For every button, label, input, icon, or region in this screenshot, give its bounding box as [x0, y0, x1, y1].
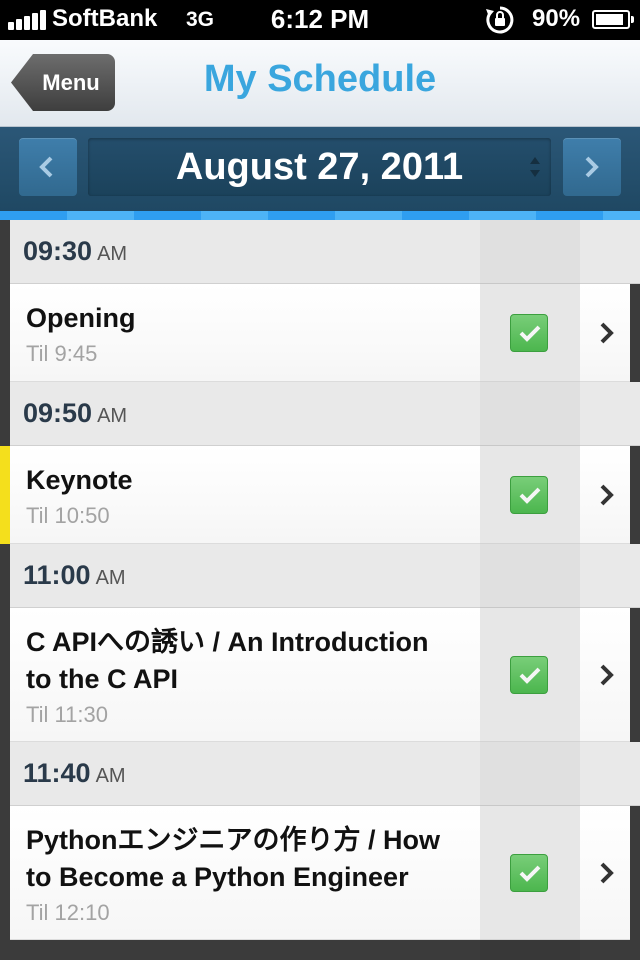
- schedule-list: 09:30 AM Opening Til 9:45 09:50 AM Keynote Til …: [0, 220, 640, 960]
- session-title-line: to Become a Python Engineer: [26, 862, 409, 892]
- next-day-button[interactable]: [563, 138, 621, 196]
- attend-checkbox[interactable]: [510, 854, 548, 892]
- navigation-bar: Menu My Schedule: [0, 40, 640, 127]
- start-time: 11:00: [23, 560, 91, 590]
- time-slot-time: 11:00 AM: [23, 560, 126, 591]
- session-title: Keynote: [26, 462, 466, 499]
- time-slot-header: 11:40 AM: [10, 742, 640, 806]
- session-title: C APIへの誘い / An Introduction to the C API: [26, 624, 466, 698]
- session-color-marker: [0, 806, 10, 940]
- disclosure-chevron-icon[interactable]: [598, 663, 616, 687]
- status-bar: SoftBank 3G 6:12 PM 90%: [0, 0, 640, 40]
- disclosure-chevron-icon[interactable]: [598, 861, 616, 885]
- rotation-lock-icon: [486, 6, 514, 34]
- session-end-time: Til 12:10: [26, 900, 110, 925]
- session-color-marker: [0, 608, 10, 742]
- session-title-line: Keynote: [26, 465, 133, 495]
- am-pm-label: AM: [95, 765, 126, 787]
- start-time: 09:30: [23, 236, 93, 266]
- time-slot-header: 09:30 AM: [10, 220, 640, 284]
- attend-checkbox[interactable]: [510, 476, 548, 514]
- session-end-time: Til 11:30: [26, 702, 108, 727]
- battery-percentage: 90%: [532, 5, 581, 32]
- chevron-left-icon: [39, 156, 53, 178]
- session-color-marker: [0, 284, 10, 382]
- time-slot-header: 09:50 AM: [10, 382, 640, 446]
- checkmark-icon: [519, 325, 541, 342]
- time-slot-header: 11:00 AM: [10, 544, 640, 608]
- checkbox-column: [480, 446, 580, 543]
- time-slot-time: 11:40 AM: [23, 758, 126, 789]
- session-end-time: Til 9:45: [26, 341, 98, 366]
- session-title: Pythonエンジニアの作り方 / How to Become a Python …: [26, 822, 466, 896]
- session-info: Pythonエンジニアの作り方 / How to Become a Python …: [26, 822, 466, 926]
- session-info: Opening Til 9:45: [26, 300, 466, 367]
- session-color-marker: [0, 446, 10, 544]
- am-pm-label: AM: [97, 405, 128, 427]
- current-date: August 27, 2011: [175, 146, 464, 188]
- attend-checkbox[interactable]: [510, 314, 548, 352]
- previous-day-button[interactable]: [19, 138, 77, 196]
- disclosure-chevron-icon[interactable]: [598, 483, 616, 507]
- attend-checkbox[interactable]: [510, 656, 548, 694]
- session-row[interactable]: C APIへの誘い / An Introduction to the C API T…: [10, 608, 630, 742]
- checkbox-column: [480, 806, 580, 939]
- disclosure-chevron-icon[interactable]: [598, 321, 616, 345]
- session-info: C APIへの誘い / An Introduction to the C API T…: [26, 624, 466, 728]
- session-title-line: C APIへの誘い / An Introduction: [26, 627, 429, 657]
- time-slot-time: 09:50 AM: [23, 398, 127, 429]
- session-row[interactable]: Keynote Til 10:50: [10, 446, 630, 544]
- am-pm-label: AM: [95, 567, 126, 589]
- checkmark-icon: [519, 487, 541, 504]
- spinner-arrows-icon: [530, 157, 540, 177]
- checkmark-icon: [519, 865, 541, 882]
- checkbox-column: [480, 608, 580, 741]
- am-pm-label: AM: [97, 243, 128, 265]
- session-end-time: Til 10:50: [26, 503, 110, 528]
- session-title-line: Opening: [26, 303, 136, 333]
- session-title: Opening: [26, 300, 466, 337]
- session-info: Keynote Til 10:50: [26, 462, 466, 529]
- session-row[interactable]: Pythonエンジニアの作り方 / How to Become a Python …: [10, 806, 630, 940]
- date-selector: August 27, 2011: [0, 127, 640, 211]
- session-row[interactable]: Opening Til 9:45: [10, 284, 630, 382]
- session-title-line: to the C API: [26, 664, 178, 694]
- battery-fill: [596, 14, 623, 25]
- date-picker[interactable]: August 27, 2011: [88, 138, 551, 196]
- checkbox-column: [480, 284, 580, 381]
- decorative-stripe: [0, 211, 640, 220]
- chevron-right-icon: [585, 156, 599, 178]
- start-time: 09:50: [23, 398, 93, 428]
- page-title: My Schedule: [203, 58, 437, 100]
- session-title-line: Pythonエンジニアの作り方 / How: [26, 825, 440, 855]
- battery-icon: [592, 10, 634, 29]
- time-slot-time: 09:30 AM: [23, 236, 127, 267]
- checkmark-icon: [519, 667, 541, 684]
- start-time: 11:40: [23, 758, 91, 788]
